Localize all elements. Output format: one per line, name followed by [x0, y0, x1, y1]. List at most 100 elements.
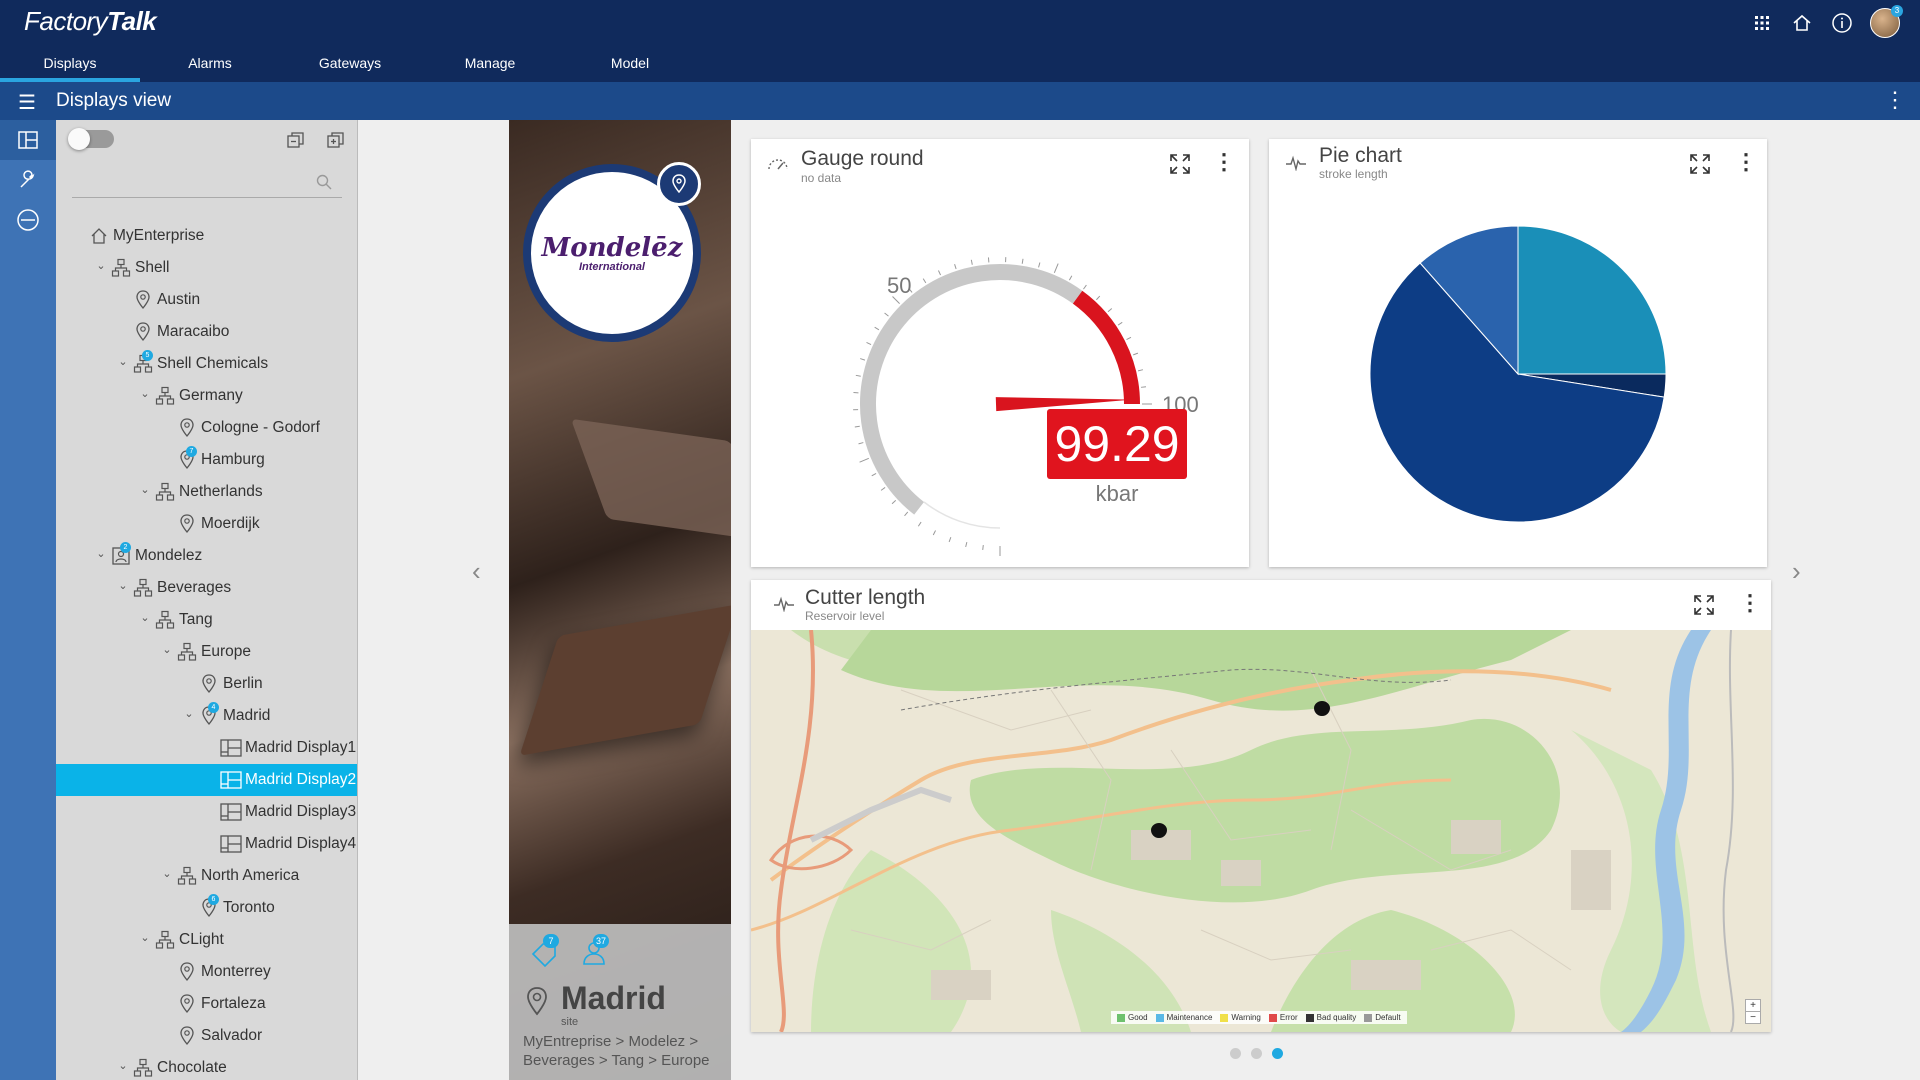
carousel-dot[interactable] — [1251, 1048, 1262, 1059]
nav-tab-manage[interactable]: Manage — [420, 52, 560, 82]
info-icon[interactable] — [1830, 11, 1854, 35]
site-pin-icon — [527, 987, 547, 1016]
site-breadcrumb: MyEntreprise > Modelez > Beverages > Tan… — [523, 1033, 710, 1069]
chevron-down-icon[interactable]: ⌄ — [114, 1059, 132, 1072]
tree-node[interactable]: ⌄ 5 Shell Chemicals — [56, 348, 357, 380]
tree-node[interactable]: ⌄ North America — [56, 860, 357, 892]
tree-node[interactable]: 7 Hamburg — [56, 444, 357, 476]
tree-node[interactable]: Austin — [56, 284, 357, 316]
map-menu-icon[interactable]: ⋮ — [1739, 590, 1761, 616]
nav-tab-displays[interactable]: Displays — [0, 52, 140, 82]
tree-node[interactable]: Madrid Display1 — [56, 732, 357, 764]
chevron-down-icon[interactable]: ⌄ — [136, 611, 154, 624]
rail-tools-button[interactable] — [0, 160, 56, 200]
carousel-dot[interactable] — [1230, 1048, 1241, 1059]
legend-item: Warning — [1220, 1013, 1261, 1022]
chevron-down-icon[interactable]: ⌄ — [114, 579, 132, 592]
tree-search-input[interactable] — [72, 168, 312, 196]
users-icon[interactable]: 37 — [579, 934, 609, 968]
tree-node[interactable]: ⌄ Chocolate — [56, 1052, 357, 1080]
tree-node[interactable]: ⌄ Europe — [56, 636, 357, 668]
rail-link-button[interactable] — [0, 200, 56, 240]
sub-header: ☰ Displays view ⋮ — [0, 82, 1920, 120]
map-widget: Cutter length Reservoir level ⋮ Good Mai… — [751, 580, 1771, 1032]
zoom-in-button[interactable]: + — [1746, 1000, 1760, 1011]
tree-node[interactable]: ⌄ Shell — [56, 252, 357, 284]
tree-node[interactable]: 6 Toronto — [56, 892, 357, 924]
more-options-icon[interactable]: ⋮ — [1884, 87, 1906, 113]
chevron-down-icon[interactable]: ⌄ — [92, 547, 110, 560]
tree-node[interactable]: Madrid Display4 — [56, 828, 357, 860]
gauge-tick — [1068, 275, 1073, 281]
collapse-all-icon[interactable] — [286, 130, 306, 150]
user-avatar[interactable]: 3 — [1870, 5, 1903, 38]
tree-node[interactable]: ⌄ Tang — [56, 604, 357, 636]
apps-grid-icon[interactable] — [1750, 11, 1774, 35]
search-icon[interactable] — [316, 174, 332, 190]
tree-node[interactable]: Fortaleza — [56, 988, 357, 1020]
nav-tab-model[interactable]: Model — [560, 52, 700, 82]
chevron-down-icon[interactable]: ⌄ — [136, 483, 154, 496]
chevron-down-icon[interactable]: ⌄ — [158, 643, 176, 656]
tree-node[interactable]: ⌄ Netherlands — [56, 476, 357, 508]
chevron-down-icon[interactable]: ⌄ — [92, 259, 110, 272]
carousel-dot[interactable] — [1272, 1048, 1283, 1059]
tree-node[interactable]: ⌄ Germany — [56, 380, 357, 412]
chevron-down-icon[interactable]: ⌄ — [136, 387, 154, 400]
display-icon — [220, 737, 242, 759]
tree-node-label: MyEnterprise — [113, 227, 205, 244]
tree-node[interactable]: Salvador — [56, 1020, 357, 1052]
tree-node[interactable]: ⌄ Beverages — [56, 572, 357, 604]
tree-node[interactable]: Moerdijk — [56, 508, 357, 540]
nav-tab-gateways[interactable]: Gateways — [280, 52, 420, 82]
zoom-out-button[interactable]: − — [1746, 1011, 1760, 1023]
chevron-down-icon[interactable]: ⌄ — [180, 707, 198, 720]
chevron-down-icon[interactable]: ⌄ — [114, 355, 132, 368]
tree-node[interactable]: ⌄ 2 Mondelez — [56, 540, 357, 572]
alarm-tag-icon[interactable]: 7 — [529, 934, 559, 968]
home-icon[interactable] — [1790, 11, 1814, 35]
hamburger-menu-icon[interactable]: ☰ — [18, 90, 36, 115]
tree-node[interactable]: Berlin — [56, 668, 357, 700]
chevron-down-icon[interactable]: ⌄ — [136, 931, 154, 944]
count-badge: 4 — [208, 702, 219, 713]
gauge-tick — [1096, 295, 1101, 301]
map-subtitle: Reservoir level — [805, 609, 885, 623]
tree-node[interactable]: ⌄ 4 Madrid — [56, 700, 357, 732]
display-icon — [220, 769, 242, 791]
location-pin-icon — [176, 1025, 198, 1047]
location-pin-icon[interactable] — [657, 162, 701, 206]
wrench-icon — [20, 170, 35, 188]
gauge-icon — [768, 159, 788, 170]
tree-node-label: Hamburg — [201, 451, 265, 468]
tree-node[interactable]: Monterrey — [56, 956, 357, 988]
tree-node[interactable]: Maracaibo — [56, 316, 357, 348]
gauge-menu-icon[interactable]: ⋮ — [1213, 149, 1235, 175]
expand-all-icon[interactable] — [326, 130, 346, 150]
gauge-label-mid: 50 — [887, 273, 911, 298]
expand-icon[interactable] — [1693, 594, 1715, 616]
tree-panel: MyEnterprise ⌄ Shell Austin Maracaibo ⌄ 5 Shell… — [56, 120, 358, 1080]
nav-tab-alarms[interactable]: Alarms — [140, 52, 280, 82]
site-info-panel: 7 37 Madrid site MyEntreprise > Modelez … — [509, 924, 731, 1080]
chevron-down-icon[interactable]: ⌄ — [158, 867, 176, 880]
tree-node[interactable]: Madrid Display3 — [56, 796, 357, 828]
map-view[interactable]: Good Maintenance Warning Error Bad quality De… — [751, 630, 1771, 1032]
tree-node[interactable]: MyEnterprise — [56, 220, 357, 252]
tree-node[interactable]: Cologne - Godorf — [56, 412, 357, 444]
gauge-tick — [982, 544, 984, 551]
carousel-next-icon[interactable]: › — [1792, 556, 1801, 587]
gauge-dial: 50 100 0 — [853, 257, 1199, 556]
tree-toggle[interactable] — [68, 128, 114, 150]
expand-icon[interactable] — [1169, 153, 1191, 175]
link-circle-icon — [17, 209, 39, 231]
gauge-tick — [1133, 352, 1139, 356]
gauge-tick — [874, 326, 880, 331]
tree-node[interactable]: Madrid Display2 — [56, 764, 357, 796]
carousel-prev-icon[interactable]: ‹ — [472, 556, 481, 587]
tree-node-label: North America — [201, 867, 300, 884]
tree-node[interactable]: ⌄ CLight — [56, 924, 357, 956]
pie-slice-1[interactable] — [1517, 225, 1667, 375]
rail-displays-button[interactable] — [0, 120, 56, 160]
map-title: Cutter length — [805, 586, 926, 609]
